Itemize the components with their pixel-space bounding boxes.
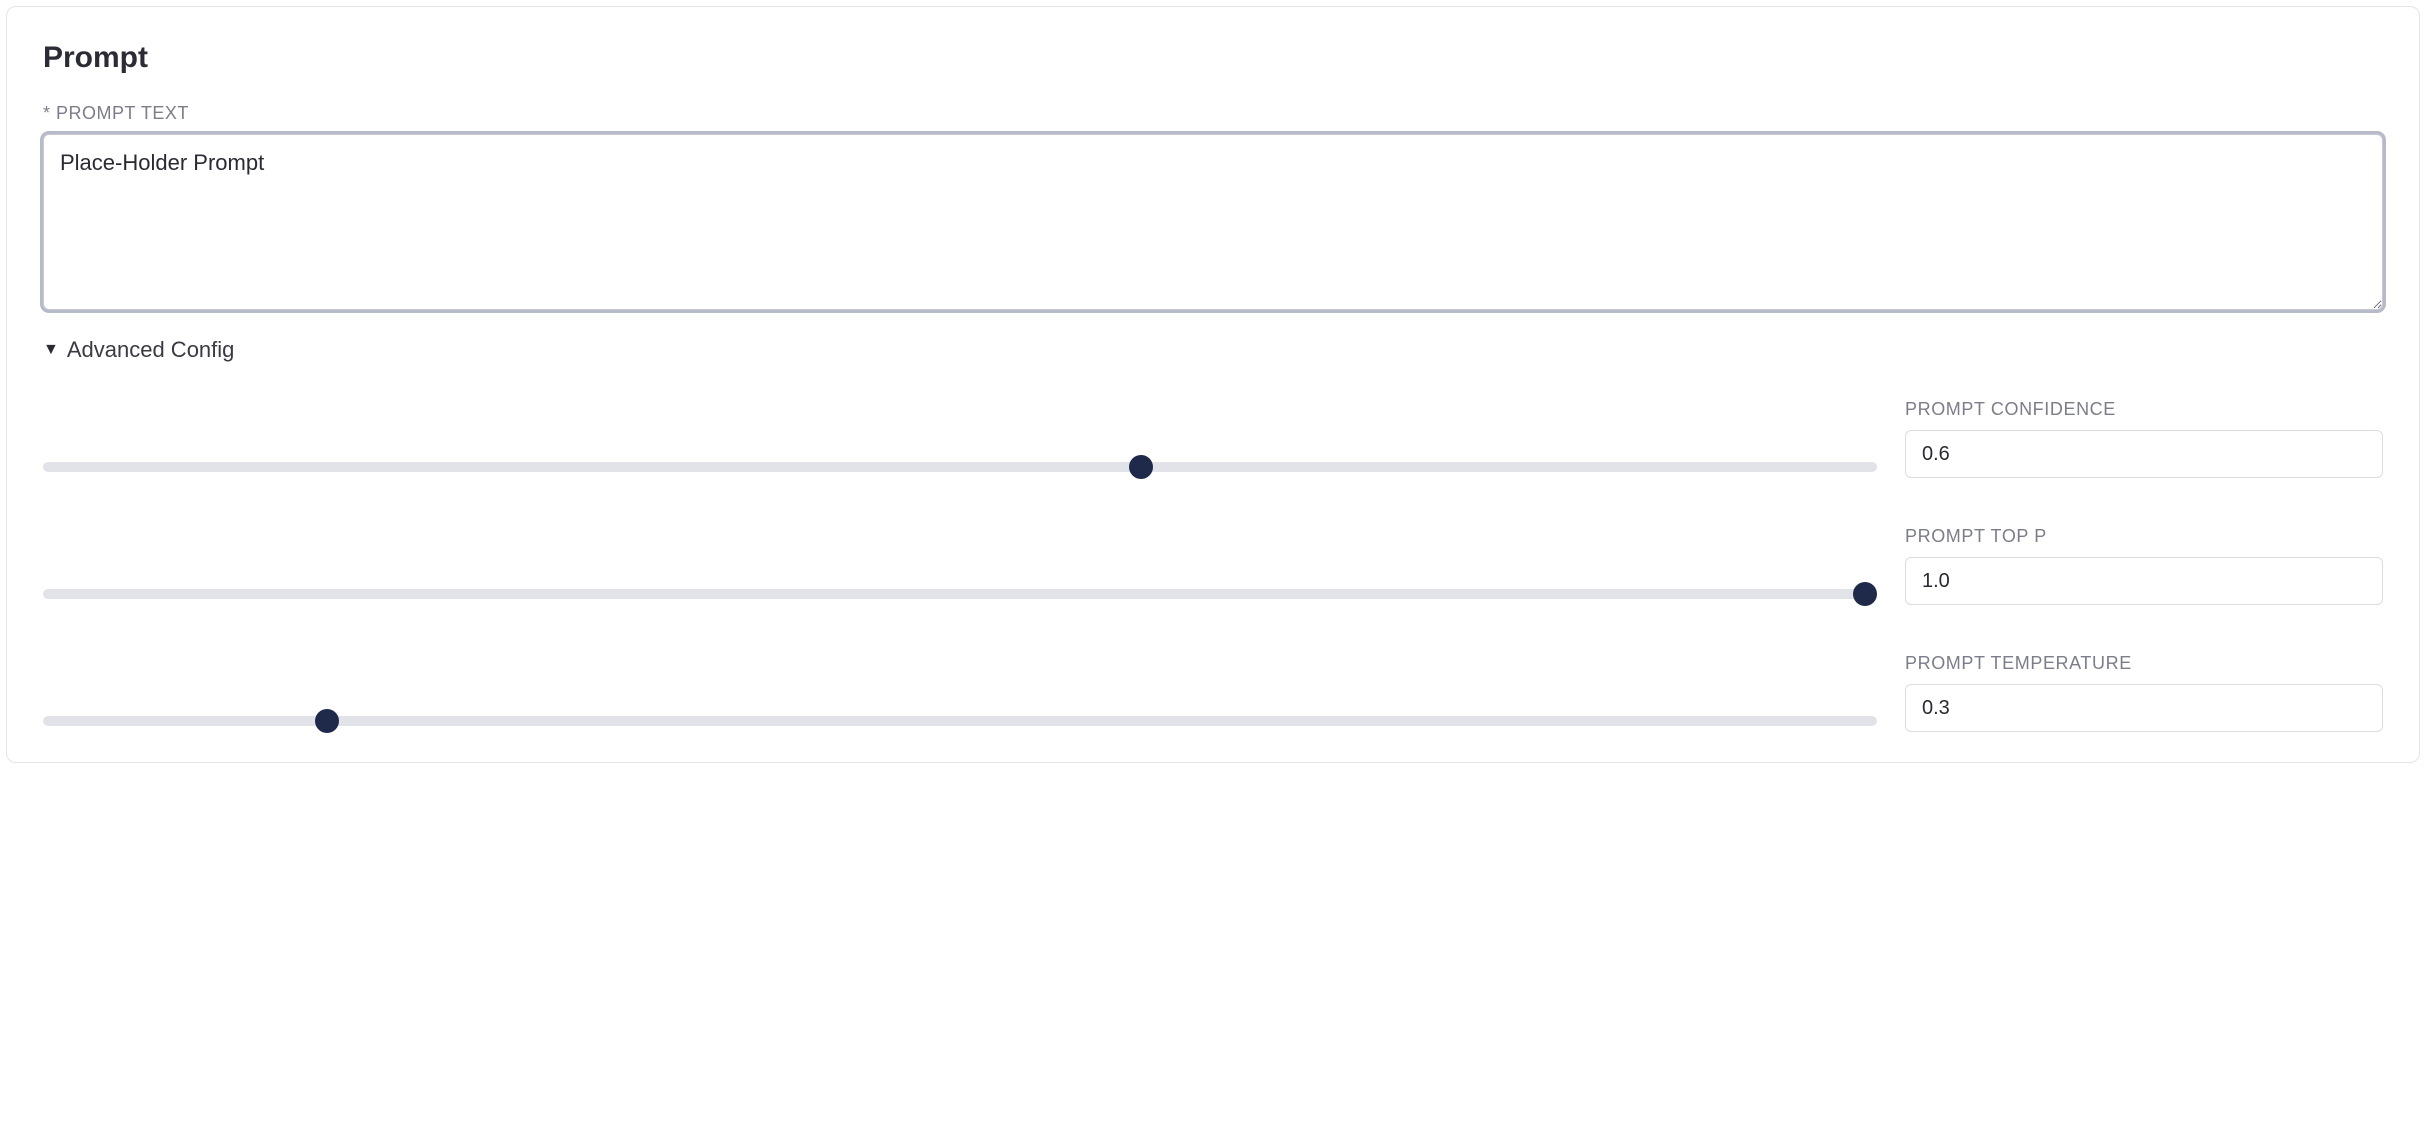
panel-title: Prompt [43, 41, 2383, 75]
prompt-text-input[interactable] [43, 134, 2383, 310]
confidence-label: PROMPT CONFIDENCE [1905, 399, 2383, 420]
advanced-config-body: PROMPT CONFIDENCE PROMPT TOP P PROMPT TE… [43, 399, 2383, 732]
prompt-text-label: * PROMPT TEXT [43, 103, 2383, 124]
temperature-label: PROMPT TEMPERATURE [1905, 653, 2383, 674]
temperature-input[interactable] [1905, 684, 2383, 732]
temperature-row: PROMPT TEMPERATURE [43, 653, 2383, 732]
confidence-slider[interactable] [43, 462, 1877, 472]
temperature-slider[interactable] [43, 716, 1877, 726]
top-p-input[interactable] [1905, 557, 2383, 605]
top-p-row: PROMPT TOP P [43, 526, 2383, 605]
caret-down-icon: ▼ [43, 342, 59, 358]
advanced-config-label: Advanced Config [67, 337, 235, 363]
confidence-row: PROMPT CONFIDENCE [43, 399, 2383, 478]
top-p-label: PROMPT TOP P [1905, 526, 2383, 547]
prompt-panel: Prompt * PROMPT TEXT ▼ Advanced Config P… [6, 6, 2420, 763]
advanced-config-toggle[interactable]: ▼ Advanced Config [43, 337, 2383, 363]
confidence-input[interactable] [1905, 430, 2383, 478]
top-p-slider[interactable] [43, 589, 1877, 599]
